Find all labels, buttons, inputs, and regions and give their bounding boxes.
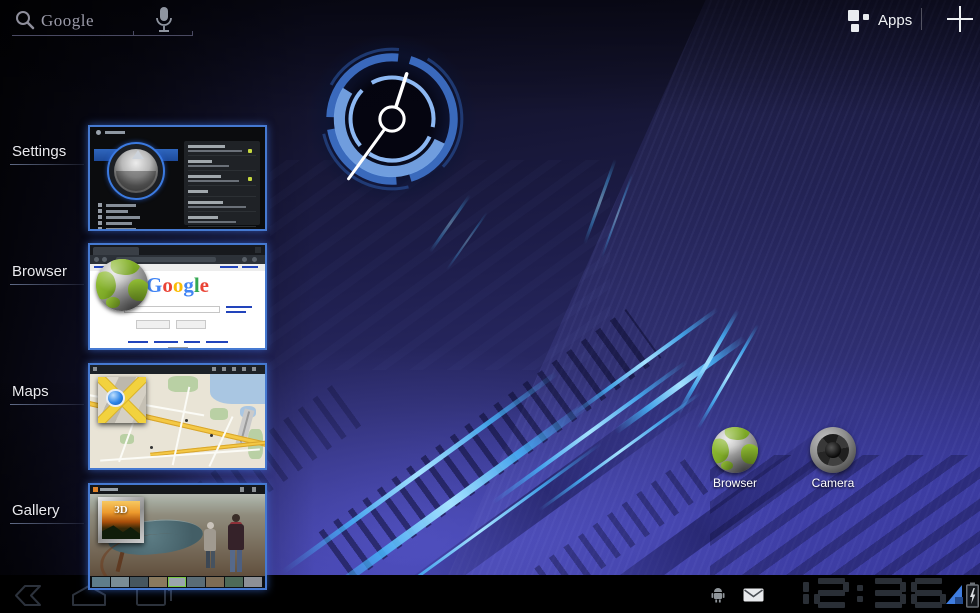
search-icon (14, 9, 36, 31)
photo-person (226, 514, 246, 574)
label-underline (10, 523, 84, 524)
label-underline (10, 164, 84, 165)
recent-label-gallery[interactable]: Gallery (12, 502, 60, 519)
search-underline (12, 35, 133, 36)
plus-icon (947, 6, 973, 32)
recent-thumbnail-gallery[interactable]: 3D (88, 483, 267, 590)
voice-search-button[interactable] (133, 2, 195, 36)
recent-thumbnail-browser[interactable]: Google (88, 243, 267, 350)
topbar-divider (921, 8, 922, 30)
apps-grid-icon (848, 9, 870, 32)
google-search-widget[interactable]: Google (5, 4, 133, 38)
android-robot-icon (709, 588, 727, 603)
recent-label-settings[interactable]: Settings (12, 143, 66, 160)
apps-label: Apps (878, 12, 912, 29)
recent-thumbnail-settings[interactable] (88, 125, 267, 231)
search-provider-label: Google (41, 11, 94, 31)
photo-person (202, 522, 218, 570)
gallery-3d-badge: 3D (102, 504, 140, 516)
recent-label-browser[interactable]: Browser (12, 263, 67, 280)
battery-charging-icon (966, 582, 979, 608)
voice-underline (133, 35, 193, 36)
gallery-app-icon: 3D (98, 497, 144, 543)
settings-preview (90, 127, 265, 229)
browser-app-icon (96, 259, 148, 311)
analog-clock-widget[interactable] (306, 33, 478, 205)
android-homescreen: Google Apps (0, 0, 980, 613)
shortcut-browser[interactable]: Browser (704, 427, 766, 490)
camera-icon (810, 427, 856, 473)
recent-thumbnail-maps[interactable] (88, 363, 267, 470)
signal-strength-icon (946, 585, 962, 604)
volume-dial (107, 142, 165, 200)
recent-label-maps[interactable]: Maps (12, 383, 49, 400)
maps-app-icon (98, 377, 146, 423)
apps-button[interactable]: Apps (848, 6, 912, 34)
email-notification-icon (743, 588, 764, 602)
add-widget-button[interactable] (941, 2, 979, 36)
shortcut-camera[interactable]: Camera (802, 427, 864, 490)
gallery-filmstrip (90, 576, 265, 588)
label-underline (10, 404, 84, 405)
microphone-icon (156, 6, 172, 34)
shortcut-camera-label: Camera (802, 476, 864, 490)
shortcut-browser-label: Browser (704, 476, 766, 490)
label-underline (10, 284, 84, 285)
browser-icon (712, 427, 758, 473)
